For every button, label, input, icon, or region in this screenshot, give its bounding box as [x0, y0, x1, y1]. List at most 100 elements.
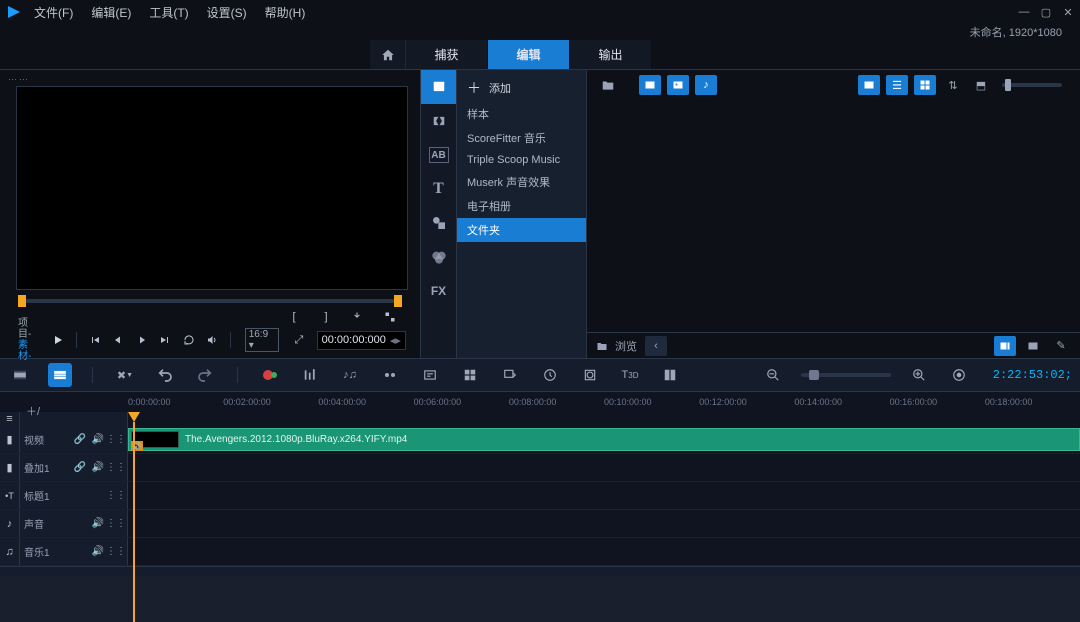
- track-lock-button[interactable]: ⋮⋮: [109, 433, 123, 447]
- mark-out-button[interactable]: ]: [316, 308, 336, 326]
- split-clip-button[interactable]: [348, 308, 368, 326]
- multicam-button[interactable]: [458, 363, 482, 387]
- filter-video-button[interactable]: [639, 75, 661, 95]
- view-list-button[interactable]: ☰: [886, 75, 908, 95]
- preview-scrubber[interactable]: [18, 294, 402, 308]
- pan-zoom-button[interactable]: [498, 363, 522, 387]
- split-screen-button[interactable]: [658, 363, 682, 387]
- 3d-title-button[interactable]: T3D: [618, 363, 642, 387]
- play-button[interactable]: [49, 331, 68, 349]
- menu-help[interactable]: 帮助(H): [265, 4, 306, 21]
- add-track-button[interactable]: ＋/－: [26, 412, 40, 426]
- minimize-button[interactable]: —: [1018, 6, 1030, 18]
- track-link-button[interactable]: 🔗: [73, 433, 87, 447]
- import-folder-button[interactable]: [597, 75, 619, 95]
- track-manager-button[interactable]: ≡: [0, 412, 20, 426]
- record-button[interactable]: [258, 363, 282, 387]
- zoom-out-button[interactable]: [761, 363, 785, 387]
- tree-item[interactable]: ScoreFitter 音乐: [457, 126, 586, 150]
- storyboard-view-button[interactable]: [8, 363, 32, 387]
- project-duration-display[interactable]: 2:22:53:02;: [993, 368, 1072, 382]
- timeline-clip[interactable]: 🔊 The.Avengers.2012.1080p.BluRay.x264.YI…: [128, 428, 1080, 451]
- timeline-scrollbar[interactable]: [0, 566, 1080, 576]
- tree-item[interactable]: 文件夹: [457, 218, 586, 242]
- category-media[interactable]: [421, 70, 456, 104]
- filter-photo-button[interactable]: [667, 75, 689, 95]
- library-gallery[interactable]: [587, 100, 1080, 332]
- mask-button[interactable]: [578, 363, 602, 387]
- timecode-display[interactable]: 00:00:00:000 ◂▸: [317, 331, 406, 350]
- volume-button[interactable]: [202, 331, 221, 349]
- track-lane[interactable]: [128, 538, 1080, 565]
- tools-dropdown[interactable]: ✖▼: [113, 363, 137, 387]
- time-remap-button[interactable]: [538, 363, 562, 387]
- track-mute-button[interactable]: 🔊: [91, 461, 105, 475]
- tree-item[interactable]: Triple Scoop Music: [457, 150, 586, 170]
- aspect-ratio-selector[interactable]: 16:9 ▾: [245, 328, 280, 352]
- audio-mixer-button[interactable]: [298, 363, 322, 387]
- tree-item[interactable]: 电子相册: [457, 194, 586, 218]
- zoom-in-button[interactable]: [907, 363, 931, 387]
- track-mute-button[interactable]: 🔊: [91, 433, 105, 447]
- motion-track-button[interactable]: [378, 363, 402, 387]
- track-lane[interactable]: [128, 510, 1080, 537]
- menu-edit[interactable]: 编辑(E): [91, 4, 131, 21]
- view-thumbnail-button[interactable]: [914, 75, 936, 95]
- tab-output[interactable]: 输出: [570, 40, 652, 69]
- menu-tools[interactable]: 工具(T): [149, 4, 188, 21]
- thumbnail-size-slider[interactable]: [1002, 83, 1062, 87]
- category-graphics[interactable]: [421, 206, 456, 240]
- add-folder-button[interactable]: ＋ 添加: [457, 74, 586, 102]
- track-link-button[interactable]: 🔗: [73, 461, 87, 475]
- filter-audio-button[interactable]: ♪: [695, 75, 717, 95]
- undo-button[interactable]: [153, 363, 177, 387]
- track-lane[interactable]: 🔊 The.Avengers.2012.1080p.BluRay.x264.YI…: [128, 426, 1080, 453]
- track-lock-button[interactable]: ⋮⋮: [109, 489, 123, 503]
- tab-capture[interactable]: 捕获: [406, 40, 488, 69]
- resize-grip-icon[interactable]: ⤢: [289, 331, 308, 349]
- timeline-ruler[interactable]: 0:00:00:00 00:02:00:00 00:04:00:00 00:06…: [0, 392, 1080, 412]
- mode-project-label[interactable]: 项目-: [18, 318, 41, 340]
- category-filters[interactable]: [421, 240, 456, 274]
- tree-item[interactable]: Muserk 声音效果: [457, 170, 586, 194]
- auto-music-button[interactable]: ♪♫: [338, 363, 362, 387]
- expand-button[interactable]: [380, 308, 400, 326]
- track-mute-button[interactable]: 🔊: [91, 517, 105, 531]
- redo-button[interactable]: [193, 363, 217, 387]
- track-mute-button[interactable]: 🔊: [91, 545, 105, 559]
- playhead-icon[interactable]: [128, 412, 140, 422]
- library-panel-button[interactable]: [1022, 336, 1044, 356]
- track-lock-button[interactable]: ⋮⋮: [109, 545, 123, 559]
- menu-settings[interactable]: 设置(S): [207, 4, 247, 21]
- loop-button[interactable]: [179, 331, 198, 349]
- category-fx[interactable]: FX: [421, 274, 456, 308]
- mode-clip-label[interactable]: 素材-: [18, 340, 41, 362]
- edit-panel-button[interactable]: ✎: [1050, 336, 1072, 356]
- view-storyboard-button[interactable]: [858, 75, 880, 95]
- maximize-button[interactable]: ▢: [1040, 6, 1052, 18]
- collapse-tree-button[interactable]: ‹: [645, 336, 667, 356]
- trim-out-handle[interactable]: [394, 295, 402, 307]
- subtitle-button[interactable]: [418, 363, 442, 387]
- trim-in-handle[interactable]: [18, 295, 26, 307]
- category-title[interactable]: T: [421, 172, 456, 206]
- go-end-button[interactable]: [155, 331, 174, 349]
- sort-button[interactable]: ⇅: [942, 75, 964, 95]
- tab-edit[interactable]: 编辑: [488, 40, 570, 69]
- mark-in-button[interactable]: [: [284, 308, 304, 326]
- track-lock-button[interactable]: ⋮⋮: [109, 517, 123, 531]
- browse-button[interactable]: 浏览: [595, 336, 637, 356]
- category-transitions[interactable]: [421, 104, 456, 138]
- tree-item[interactable]: 样本: [457, 102, 586, 126]
- track-lane[interactable]: [128, 454, 1080, 481]
- fit-timeline-button[interactable]: [947, 363, 971, 387]
- preview-canvas[interactable]: [16, 86, 408, 290]
- category-caption[interactable]: AB: [429, 147, 449, 163]
- prev-frame-button[interactable]: [109, 331, 128, 349]
- timeline-view-button[interactable]: [48, 363, 72, 387]
- zoom-slider[interactable]: [801, 373, 891, 377]
- track-lock-button[interactable]: ⋮⋮: [109, 461, 123, 475]
- close-button[interactable]: ✕: [1062, 6, 1074, 18]
- go-start-button[interactable]: [85, 331, 104, 349]
- options-panel-button[interactable]: [994, 336, 1016, 356]
